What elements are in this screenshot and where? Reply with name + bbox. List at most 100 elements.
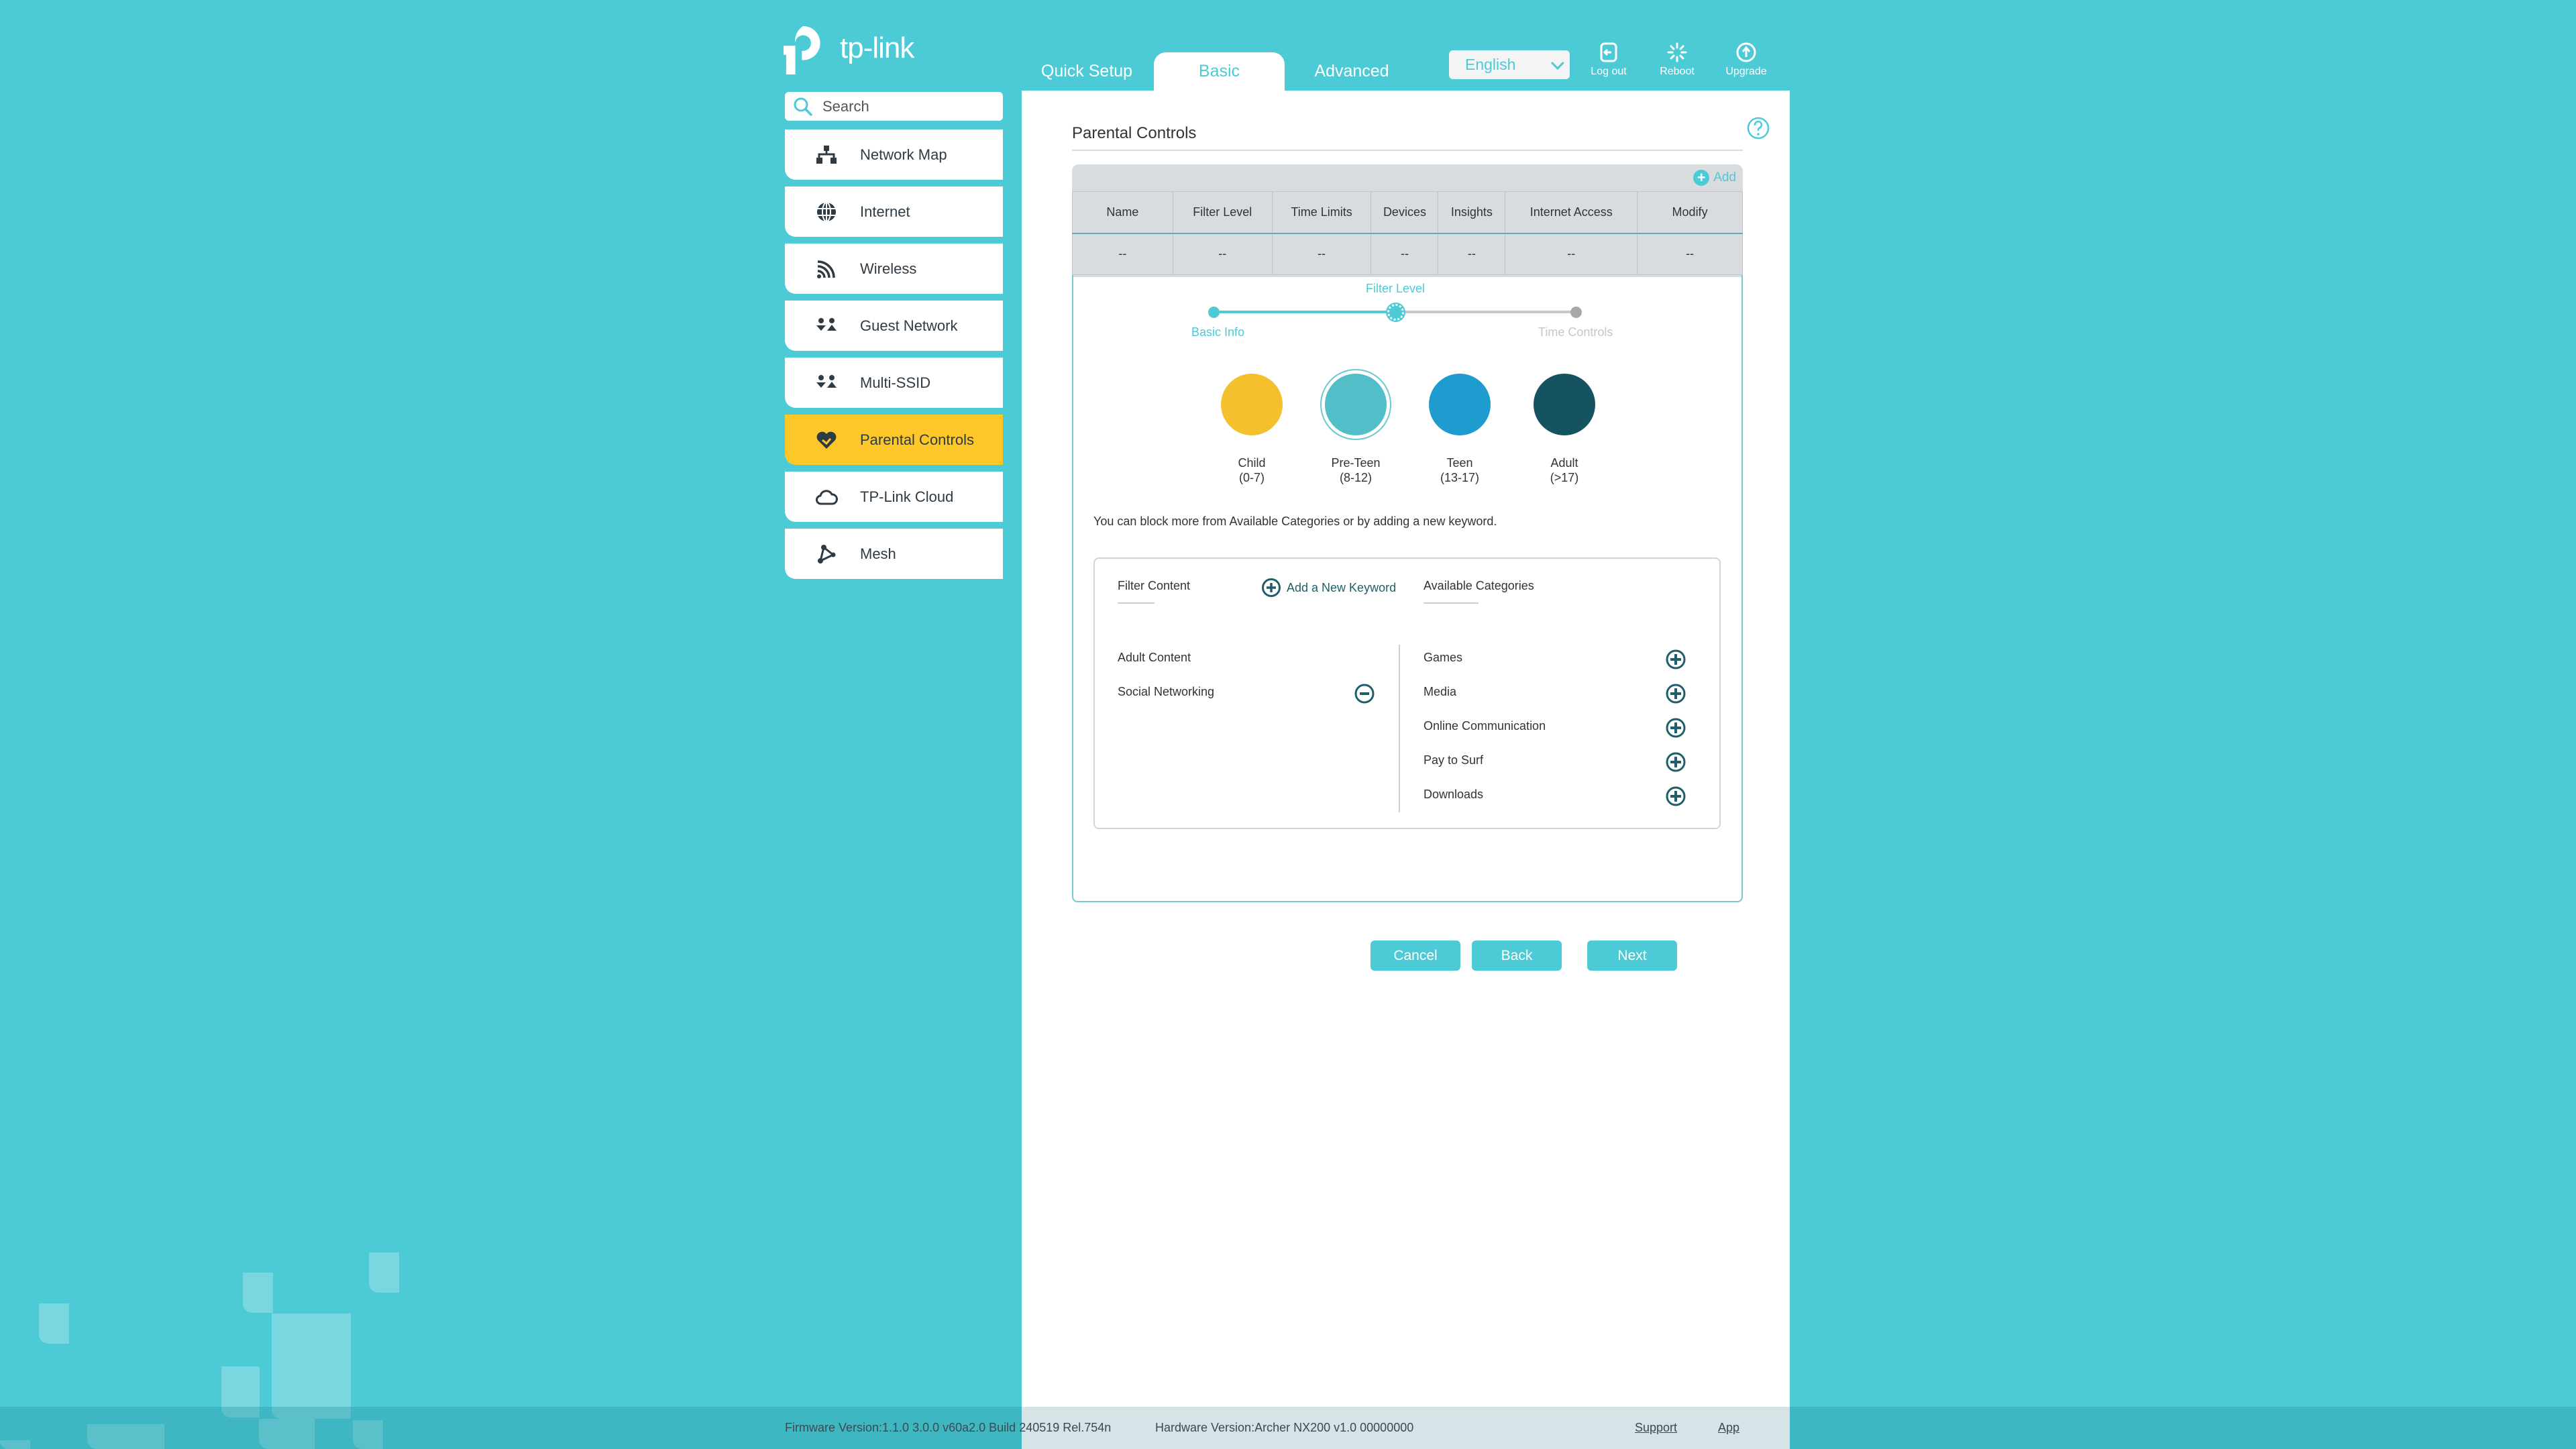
reboot-label: Reboot (1660, 66, 1695, 77)
globe-icon (813, 199, 840, 225)
sidebar-item-network-map[interactable]: Network Map (785, 129, 1003, 180)
table-cell: -- (1637, 233, 1743, 275)
tp-link-logo: tp-link (784, 21, 931, 75)
parental-controls-icon (813, 427, 840, 453)
level-name: Child (0-7) (1238, 456, 1266, 484)
add-online-communication-button[interactable] (1665, 717, 1686, 739)
sidebar-item-tp-link-cloud[interactable]: TP-Link Cloud (785, 472, 1003, 522)
column-divider (1399, 645, 1400, 812)
table-cell: -- (1072, 233, 1173, 275)
table-cell: -- (1172, 233, 1273, 275)
logout-label: Log out (1591, 66, 1627, 77)
logout-button[interactable]: Log out (1578, 42, 1639, 78)
level-child[interactable]: Child (0-7) (1212, 374, 1292, 485)
add-profile-button[interactable]: + Add (1693, 170, 1736, 186)
search-input[interactable] (822, 97, 983, 115)
language-value: English (1465, 56, 1516, 73)
level-pre-teen[interactable]: Pre-Teen (8-12) (1316, 374, 1396, 485)
sidebar-item-internet[interactable]: Internet (785, 186, 1003, 237)
column-header: Name (1072, 191, 1173, 233)
level-name: Pre-Teen (8-12) (1331, 456, 1381, 484)
category-item: Downloads (1424, 788, 1484, 801)
step-dot-time-controls (1570, 307, 1582, 318)
sidebar-item-guest-network[interactable]: Guest Network (785, 301, 1003, 351)
add-media-button[interactable] (1665, 683, 1686, 704)
sidebar-item-mesh[interactable]: Mesh (785, 529, 1003, 579)
search-box[interactable] (785, 92, 1003, 121)
title-divider (1072, 150, 1743, 151)
filter-item: Social Networking (1118, 685, 1215, 698)
language-select[interactable]: English (1449, 50, 1570, 79)
table-cell: -- (1505, 233, 1638, 275)
app-link[interactable]: App (1718, 1421, 1739, 1435)
step-label-filter-level: Filter Level (1366, 282, 1426, 295)
table-cell: -- (1271, 233, 1372, 275)
add-pay-to-surf-button[interactable] (1665, 751, 1686, 773)
cancel-button[interactable]: Cancel (1371, 941, 1460, 971)
stepper-progress-done (1214, 311, 1391, 313)
filter-content-box: Filter Content Add a New Keyword Availab… (1093, 557, 1721, 829)
filter-item: Adult Content (1118, 651, 1191, 664)
search-icon (794, 97, 812, 116)
table-cell: -- (1371, 233, 1439, 275)
hint-text: You can block more from Available Catego… (1093, 515, 1497, 528)
category-item: Pay to Surf (1424, 753, 1484, 767)
plus-circle-icon (1262, 578, 1281, 597)
level-circle (1325, 374, 1387, 435)
level-circle (1221, 374, 1283, 435)
column-header: Time Limits (1271, 191, 1372, 233)
column-header: Modify (1637, 191, 1743, 233)
next-button[interactable]: Next (1587, 941, 1677, 971)
add-downloads-button[interactable] (1665, 786, 1686, 807)
step-dot-filter-level (1387, 304, 1404, 321)
add-keyword-button[interactable]: Add a New Keyword (1261, 578, 1396, 598)
sidebar-item-multi-ssid[interactable]: Multi-SSID (785, 358, 1003, 408)
table-row: -- -- -- -- -- -- -- (1072, 233, 1743, 275)
stepper-progress-pending (1397, 311, 1576, 313)
sidebar-item-label: Network Map (860, 146, 947, 163)
hardware-version: Hardware Version:Archer NX200 v1.0 00000… (1155, 1421, 1414, 1434)
add-games-button[interactable] (1665, 649, 1686, 670)
category-item: Games (1424, 651, 1463, 664)
step-label-time-controls: Time Controls (1538, 325, 1613, 339)
tab-advanced[interactable]: Advanced (1298, 52, 1405, 91)
available-categories-heading: Available Categories (1424, 579, 1534, 604)
sidebar-item-label: Mesh (860, 545, 896, 562)
network-map-icon (813, 142, 840, 168)
category-item: Media (1424, 685, 1457, 698)
help-icon[interactable] (1746, 116, 1770, 140)
logout-icon (1600, 42, 1617, 62)
sidebar-item-label: Multi-SSID (860, 374, 931, 391)
upgrade-icon (1736, 42, 1756, 62)
upgrade-button[interactable]: Upgrade (1716, 42, 1776, 78)
column-header: Internet Access (1505, 191, 1638, 233)
chevron-down-icon (1550, 56, 1564, 70)
level-name: Teen (13-17) (1440, 456, 1480, 484)
table-cell: -- (1438, 233, 1506, 275)
tab-basic[interactable]: Basic (1154, 52, 1285, 91)
table-header-row: Name Filter Level Time Limits Devices In… (1072, 191, 1743, 233)
level-name: Adult (>17) (1550, 456, 1579, 484)
upgrade-label: Upgrade (1725, 66, 1767, 77)
level-adult[interactable]: Adult (>17) (1524, 374, 1605, 485)
column-header: Devices (1371, 191, 1439, 233)
level-circle (1429, 374, 1491, 435)
mesh-icon (813, 541, 840, 568)
back-button[interactable]: Back (1472, 941, 1562, 971)
profiles-table: Name Filter Level Time Limits Devices In… (1072, 191, 1743, 275)
category-item: Online Communication (1424, 719, 1546, 733)
sidebar-item-wireless[interactable]: Wireless (785, 244, 1003, 294)
add-icon: + (1693, 170, 1710, 186)
remove-social-networking-button[interactable] (1354, 683, 1375, 704)
reboot-button[interactable]: Reboot (1647, 42, 1707, 78)
sidebar-item-parental-controls[interactable]: Parental Controls (785, 415, 1003, 465)
sidebar-item-label: Guest Network (860, 317, 958, 334)
tab-quick-setup[interactable]: Quick Setup (1033, 52, 1140, 91)
sidebar-item-label: Wireless (860, 260, 917, 277)
guest-network-icon (813, 313, 840, 339)
level-teen[interactable]: Teen (13-17) (1419, 374, 1500, 485)
cloud-icon (813, 484, 840, 511)
column-header: Insights (1438, 191, 1506, 233)
add-profile-wizard: Basic Info Filter Level Time Controls Ch… (1072, 275, 1743, 971)
support-link[interactable]: Support (1635, 1421, 1677, 1435)
